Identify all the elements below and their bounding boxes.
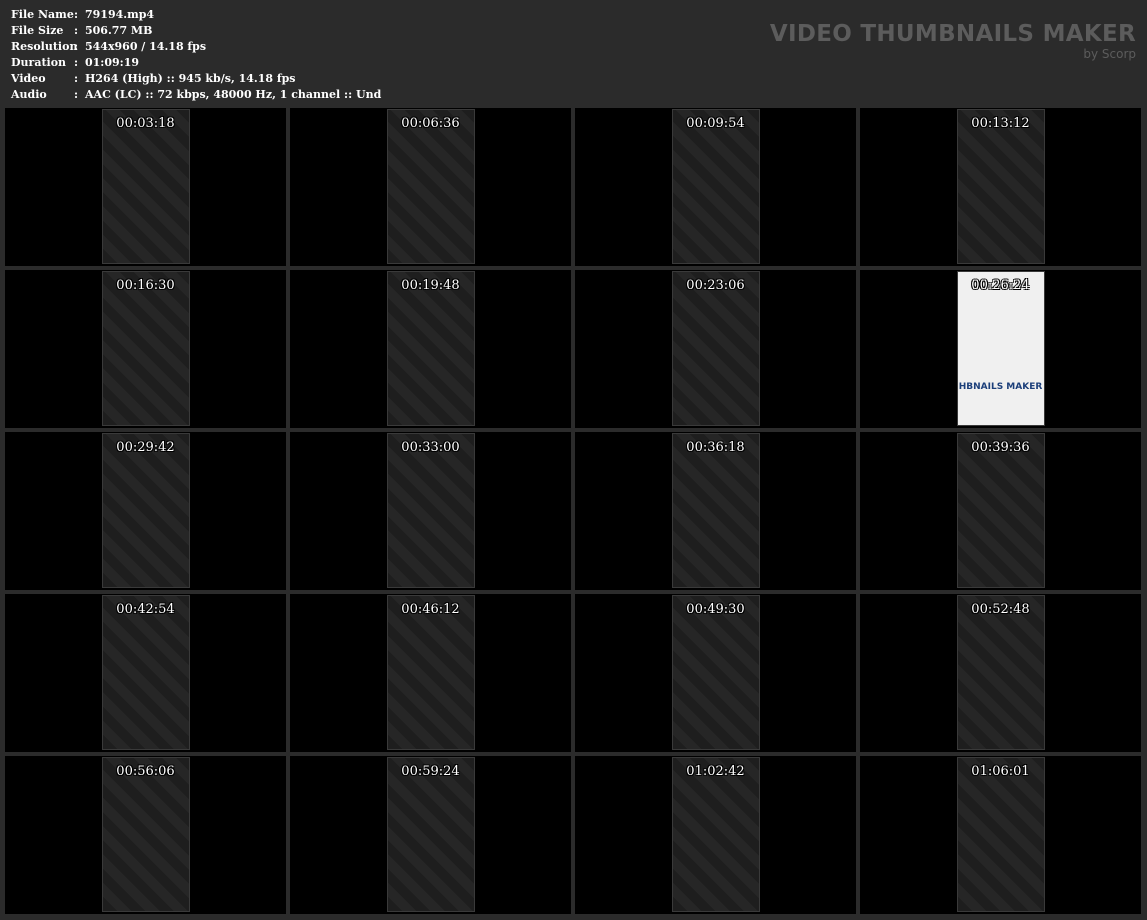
file-info-sep: : (74, 8, 79, 21)
frame-placeholder: 00:59:24 (386, 757, 475, 912)
frame-placeholder: 00:49:30 (671, 595, 760, 750)
frame-placeholder: 00:16:30 (101, 271, 190, 426)
timestamp: 00:06:36 (401, 116, 460, 131)
thumbnail-cell: 00:16:30 (5, 270, 286, 428)
thumbnail-grid: 00:03:18 00:06:36 00:09:54 00:13:12 00:16:30… (5, 108, 1141, 914)
thumbnail-cell: 01:06:01 (860, 756, 1141, 914)
thumbnail-cell: 00:13:12 (860, 108, 1141, 266)
thumbnail-cell: 00:19:48 (290, 270, 571, 428)
thumbnail-cell: 00:29:42 (5, 432, 286, 590)
timestamp: 00:56:06 (116, 764, 175, 779)
frame-placeholder: 00:52:48 (956, 595, 1045, 750)
timestamp: 00:39:36 (971, 440, 1030, 455)
file-info-key: Video (11, 72, 46, 85)
frame-placeholder: 00:03:18 (101, 109, 190, 264)
timestamp: 00:52:48 (971, 602, 1030, 617)
file-info-key: File Size (11, 24, 64, 37)
file-info-row: File Name : 79194.mp4 (11, 7, 381, 23)
frame-placeholder: 00:33:00 (386, 433, 475, 588)
thumbnail-cell: 00:39:36 (860, 432, 1141, 590)
timestamp: 00:09:54 (686, 116, 745, 131)
file-info-row: Audio : AAC (LC) :: 72 kbps, 48000 Hz, 1… (11, 87, 381, 103)
frame-placeholder: 00:39:36 (956, 433, 1045, 588)
watermark: VIDEO THUMBNAILS MAKER by Scorp (770, 20, 1136, 60)
thumbnail-cell: 00:06:36 (290, 108, 571, 266)
timestamp: 00:26:24 (971, 278, 1030, 293)
file-info-value: 506.77 MB (85, 24, 153, 37)
frame-placeholder: 00:13:12 (956, 109, 1045, 264)
file-info-row: Video : H264 (High) :: 945 kb/s, 14.18 f… (11, 71, 381, 87)
thumbnail-cell: 01:02:42 (575, 756, 856, 914)
frame-placeholder: 01:02:42 (671, 757, 760, 912)
file-info-row: Resolution : 544x960 / 14.18 fps (11, 39, 381, 55)
timestamp: 00:16:30 (116, 278, 175, 293)
timestamp: 00:23:06 (686, 278, 745, 293)
file-info-sep: : (74, 72, 79, 85)
file-info-row: File Size : 506.77 MB (11, 23, 381, 39)
header: File Name : 79194.mp4 File Size : 506.77… (0, 0, 1147, 108)
thumbnail-cell: 00:33:00 (290, 432, 571, 590)
thumbnail-cell: 00:36:18 (575, 432, 856, 590)
file-info: File Name : 79194.mp4 File Size : 506.77… (11, 7, 381, 103)
file-info-key: Resolution (11, 40, 78, 53)
thumbnail-cell: 00:23:06 (575, 270, 856, 428)
frame-placeholder: 00:36:18 (671, 433, 760, 588)
thumbnail-cell: 00:46:12 (290, 594, 571, 752)
file-info-sep: : (74, 40, 79, 53)
frame-placeholder: 00:09:54 (671, 109, 760, 264)
thumbnail-cell: 00:52:48 (860, 594, 1141, 752)
watermark-title: VIDEO THUMBNAILS MAKER (769, 21, 1136, 47)
timestamp: 00:03:18 (116, 116, 175, 131)
timestamp: 00:46:12 (401, 602, 460, 617)
file-info-row: Duration : 01:09:19 (11, 55, 381, 71)
file-info-key: Audio (11, 88, 47, 101)
timestamp: 00:49:30 (686, 602, 745, 617)
frame-placeholder: 00:23:06 (671, 271, 760, 426)
timestamp: 00:33:00 (401, 440, 460, 455)
thumbnail-cell: 00:59:24 (290, 756, 571, 914)
logo-frame-text: HBNAILS MAKER (958, 382, 1043, 392)
frame-placeholder: 00:46:12 (386, 595, 475, 750)
file-info-value: AAC (LC) :: 72 kbps, 48000 Hz, 1 channel… (85, 88, 382, 101)
timestamp: 00:13:12 (971, 116, 1030, 131)
timestamp: 00:59:24 (401, 764, 460, 779)
file-info-value: 544x960 / 14.18 fps (85, 40, 207, 53)
frame-placeholder: 00:29:42 (101, 433, 190, 588)
file-info-value: 79194.mp4 (85, 8, 155, 21)
thumbnail-cell: 00:56:06 (5, 756, 286, 914)
file-info-value: H264 (High) :: 945 kb/s, 14.18 fps (85, 72, 296, 85)
thumbnail-cell: 00:49:30 (575, 594, 856, 752)
thumbnail-cell: 00:42:54 (5, 594, 286, 752)
timestamp: 00:36:18 (686, 440, 745, 455)
timestamp: 00:29:42 (116, 440, 175, 455)
frame-placeholder: 00:42:54 (101, 595, 190, 750)
frame-placeholder: 00:19:48 (386, 271, 475, 426)
file-info-key: Duration (11, 56, 67, 69)
file-info-value: 01:09:19 (85, 56, 140, 69)
thumbnail-cell: 00:09:54 (575, 108, 856, 266)
frame-placeholder: 01:06:01 (956, 757, 1045, 912)
file-info-sep: : (74, 88, 79, 101)
timestamp: 00:42:54 (116, 602, 175, 617)
file-info-sep: : (74, 24, 79, 37)
frame-placeholder: 00:56:06 (101, 757, 190, 912)
thumbnail-cell: HBNAILS MAKER 00:26:24 (860, 270, 1141, 428)
timestamp: 01:02:42 (686, 764, 745, 779)
timestamp: 01:06:01 (971, 764, 1030, 779)
file-info-key: File Name (11, 8, 74, 21)
thumbnail-cell: 00:03:18 (5, 108, 286, 266)
timestamp: 00:19:48 (401, 278, 460, 293)
frame-placeholder: 00:06:36 (386, 109, 475, 264)
logo-frame: HBNAILS MAKER 00:26:24 (956, 271, 1045, 426)
watermark-subtitle: by Scorp (1083, 47, 1136, 61)
file-info-sep: : (74, 56, 79, 69)
